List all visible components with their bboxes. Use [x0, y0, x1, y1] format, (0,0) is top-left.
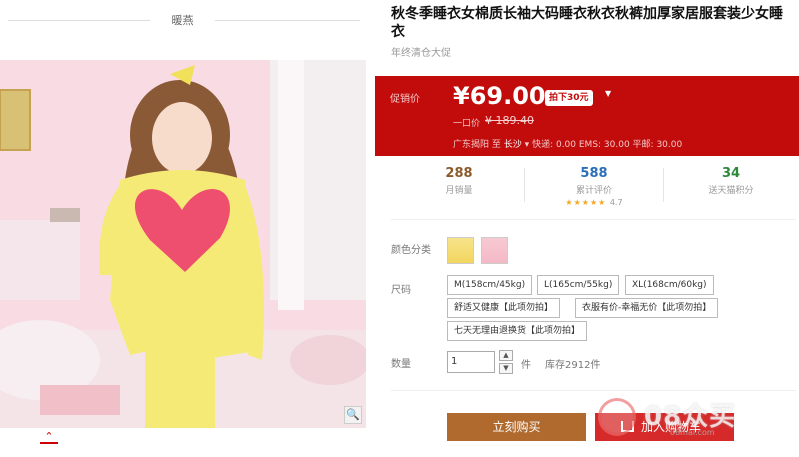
reviews[interactable]: 588 累计评价 ★★★★★ 4.7	[534, 166, 654, 207]
size-option-xl[interactable]: XL(168cm/60kg)	[625, 275, 714, 295]
add-to-cart-button[interactable]: 加入购物车	[595, 413, 734, 441]
product-main-image[interactable]: 🔍	[0, 60, 366, 428]
price-badge: 拍下30元	[545, 90, 593, 106]
original-price-label: 一口价	[453, 119, 481, 129]
buy-now-button[interactable]: 立刻购买	[447, 413, 586, 441]
size-option-note-2[interactable]: 衣服有价-幸福无价【此项勿拍】	[575, 298, 719, 318]
quantity-decrease-button[interactable]: ▼	[499, 363, 513, 374]
promo-price-label: 促销价	[390, 94, 420, 105]
points-label: 送天猫积分	[708, 186, 754, 196]
cart-icon	[621, 421, 634, 432]
monthly-sales-value: 288	[445, 166, 473, 181]
product-photo-illustration	[0, 60, 366, 428]
shipping-info: 广东揭阳 至 长沙 ▾ 快递: 0.00 EMS: 30.00 平邮: 30.0…	[453, 137, 682, 150]
color-label: 颜色分类	[391, 245, 431, 256]
zoom-icon[interactable]: 🔍	[344, 406, 362, 424]
quantity-increase-button[interactable]: ▲	[499, 350, 513, 361]
product-page: 暖燕 🔍 ⌃ 秋冬季睡衣女棉质长袖大码睡衣秋衣秋裤加厚家居服套装少女睡衣 年终清…	[0, 0, 799, 457]
product-subtitle: 年终清仓大促	[391, 48, 451, 59]
rating-stars-icon: ★★★★★ 4.7	[565, 198, 623, 207]
product-title: 秋冬季睡衣女棉质长袖大码睡衣秋衣秋裤加厚家居服套装少女睡衣	[391, 6, 783, 40]
rating-value: 4.7	[609, 198, 623, 207]
quantity-input[interactable]: 1	[447, 351, 495, 373]
points: 34 送天猫积分	[671, 166, 791, 196]
divider	[8, 20, 150, 21]
stock-count: 库存2912件	[545, 360, 601, 371]
divider	[215, 20, 360, 21]
reviews-label: 累计评价	[575, 186, 612, 196]
reviews-value: 588	[580, 166, 608, 181]
size-option-note-3[interactable]: 七天无理由退换货【此项勿拍】	[447, 321, 588, 341]
size-option-m[interactable]: M(158cm/45kg)	[447, 275, 533, 295]
size-label: 尺码	[391, 285, 411, 296]
shop-name[interactable]: 暖燕	[155, 12, 210, 28]
chevron-down-icon[interactable]: ▼	[605, 89, 611, 98]
original-price: ¥ 189.40	[485, 114, 534, 127]
stats-bar: 288 月销量 588 累计评价 ★★★★★ 4.7 34 送天猫积分	[391, 160, 796, 220]
shop-header: 暖燕	[0, 0, 368, 44]
monthly-sales-label: 月销量	[445, 186, 473, 196]
promo-price: ¥69.00	[453, 82, 546, 110]
add-to-cart-label: 加入购物车	[641, 420, 702, 434]
divider	[391, 390, 796, 391]
divider	[524, 168, 525, 202]
divider	[663, 168, 664, 202]
thumbnail-strip: ⌃	[0, 430, 368, 457]
ship-to-select[interactable]: 长沙	[504, 140, 522, 150]
size-option-l[interactable]: L(165cm/55kg)	[537, 275, 620, 295]
quantity-label: 数量	[391, 359, 411, 370]
color-swatch-pink[interactable]	[481, 237, 508, 264]
ship-from: 广东揭阳	[453, 140, 490, 150]
monthly-sales: 288 月销量	[399, 166, 519, 196]
points-value: 34	[721, 166, 741, 181]
quantity-unit: 件	[521, 360, 531, 371]
chevron-down-icon[interactable]: ▾	[525, 140, 530, 150]
thumbnail-up-arrow-icon[interactable]: ⌃	[40, 430, 58, 444]
shipping-fees: 快递: 0.00 EMS: 30.00 平邮: 30.00	[532, 140, 683, 150]
color-swatch-yellow[interactable]	[447, 237, 474, 264]
ship-to-label: 至	[491, 140, 501, 150]
size-option-note-1[interactable]: 舒适又健康【此项勿拍】	[447, 298, 561, 318]
gallery-panel: 暖燕 🔍 ⌃	[0, 0, 368, 457]
